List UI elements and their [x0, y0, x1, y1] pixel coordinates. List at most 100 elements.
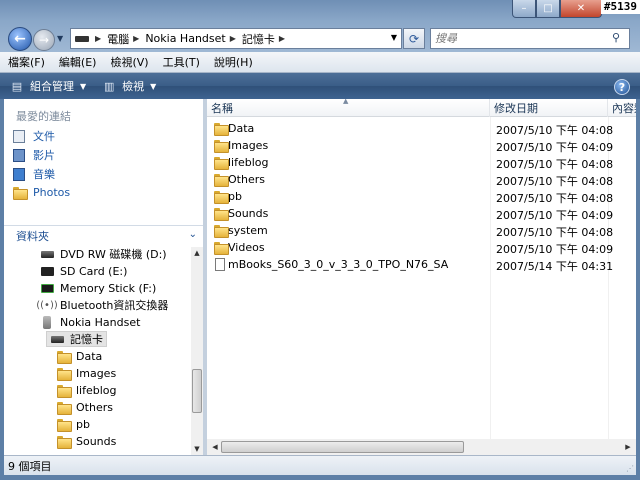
- favorite-link-music[interactable]: 音樂: [12, 166, 55, 182]
- pictures-icon: [12, 148, 26, 162]
- file-date: 2007/5/10 下午 04:09: [496, 243, 614, 256]
- tree-item-label: pb: [76, 417, 90, 431]
- favorite-link-label: 文件: [33, 130, 55, 143]
- folder-icon: [56, 434, 72, 449]
- column-type-label: 內容類: [612, 102, 636, 115]
- menu-view[interactable]: 檢視(V): [110, 54, 148, 70]
- address-bar[interactable]: ▶ 電腦 ▶ Nokia Handset ▶ 記憶卡 ▶ ▼: [70, 28, 402, 49]
- column-modified[interactable]: 修改日期: [490, 99, 608, 117]
- scroll-left-icon[interactable]: ◀: [209, 441, 221, 453]
- folder-icon: [12, 185, 28, 200]
- folders-header[interactable]: 資料夾 ⌄: [4, 225, 203, 245]
- resize-grip-icon[interactable]: ⋰: [626, 464, 634, 473]
- search-input[interactable]: [430, 28, 630, 49]
- caption-buttons: – □ ✕: [512, 0, 602, 18]
- refresh-button[interactable]: ⟳: [403, 28, 425, 49]
- column-name[interactable]: 名稱 ▲: [207, 99, 490, 117]
- folder-icon: [213, 206, 229, 221]
- file-name: Videos: [228, 241, 265, 254]
- maximize-button[interactable]: □: [536, 0, 560, 18]
- music-icon: [12, 167, 26, 181]
- tree-item-folder-lifeblog[interactable]: lifeblog: [56, 382, 117, 398]
- scroll-right-icon[interactable]: ▶: [622, 441, 634, 453]
- menu-edit[interactable]: 編輯(E): [59, 54, 97, 70]
- forward-button[interactable]: →: [33, 29, 55, 51]
- tree-item-label: Others: [76, 400, 113, 414]
- horizontal-scrollbar[interactable]: ◀ ▶: [207, 439, 636, 455]
- menu-file[interactable]: 檔案(F): [8, 54, 45, 70]
- tree-item-label: Bluetooth資訊交換器: [60, 299, 169, 312]
- help-icon[interactable]: ?: [614, 79, 630, 95]
- chevron-right-icon[interactable]: ▶: [95, 34, 101, 43]
- tree-item-folder-pb[interactable]: pb: [56, 416, 90, 432]
- tree-item-folder-data[interactable]: Data: [56, 348, 102, 364]
- folder-icon: [213, 172, 229, 187]
- file-name: Sounds: [228, 207, 269, 220]
- favorite-link-pictures[interactable]: 影片: [12, 147, 55, 163]
- scrollbar-thumb[interactable]: [192, 369, 202, 413]
- menu-help[interactable]: 說明(H): [214, 54, 253, 70]
- search-icon[interactable]: ⚲: [612, 31, 626, 45]
- tree-item-label: SD Card (E:): [60, 264, 128, 278]
- tree-item-memory-card[interactable]: 記憶卡: [46, 331, 107, 347]
- folder-icon: [56, 400, 72, 415]
- address-dropdown-icon[interactable]: ▼: [391, 33, 397, 42]
- folder-icon: [213, 155, 229, 170]
- file-row[interactable]: Sounds 2007/5/10 下午 04:09: [207, 205, 636, 222]
- column-name-label: 名稱: [211, 102, 233, 115]
- tree-item-dvd-drive[interactable]: DVD RW 磁碟機 (D:): [40, 246, 167, 262]
- tree-item-folder-images[interactable]: Images: [56, 365, 116, 381]
- file-row[interactable]: Others 2007/5/10 下午 04:08: [207, 171, 636, 188]
- file-row[interactable]: mBooks_S60_3_0_v_3_3_0_TPO_N76_SA 2007/5…: [207, 256, 636, 273]
- menu-tools[interactable]: 工具(T): [163, 54, 200, 70]
- recent-pages-dropdown[interactable]: ▼: [57, 34, 67, 44]
- tree-item-bluetooth[interactable]: ((•)) Bluetooth資訊交換器: [36, 297, 169, 313]
- breadcrumb-memory-card[interactable]: 記憶卡: [242, 31, 275, 47]
- chevron-right-icon[interactable]: ▶: [279, 34, 285, 43]
- file-name: mBooks_S60_3_0_v_3_3_0_TPO_N76_SA: [228, 258, 449, 271]
- file-row[interactable]: lifeblog 2007/5/10 下午 04:08: [207, 154, 636, 171]
- navigation-scrollbar[interactable]: ▲ ▼: [191, 247, 203, 455]
- file-name: Others: [228, 173, 265, 186]
- chevron-right-icon[interactable]: ▶: [133, 34, 139, 43]
- tree-item-sd-card[interactable]: SD Card (E:): [40, 263, 127, 279]
- file-row[interactable]: Videos 2007/5/10 下午 04:09: [207, 239, 636, 256]
- folder-icon: [213, 189, 229, 204]
- back-button[interactable]: ←: [8, 27, 32, 51]
- file-row[interactable]: pb 2007/5/10 下午 04:08: [207, 188, 636, 205]
- organize-button[interactable]: ▤ 組合管理 ▼: [10, 78, 86, 94]
- file-date: 2007/5/10 下午 04:09: [496, 141, 614, 154]
- file-row[interactable]: Images 2007/5/10 下午 04:09: [207, 137, 636, 154]
- command-bar: ▤ 組合管理 ▼ ▥ 檢視 ▼: [0, 73, 640, 99]
- tree-item-nokia-handset[interactable]: Nokia Handset: [40, 314, 140, 330]
- tree-item-folder-others[interactable]: Others: [56, 399, 113, 415]
- status-bar: 9 個項目 ⋰: [4, 455, 636, 475]
- file-row[interactable]: system 2007/5/10 下午 04:08: [207, 222, 636, 239]
- chevron-down-icon[interactable]: ⌄: [189, 229, 197, 240]
- chevron-down-icon: ▼: [150, 81, 157, 91]
- tree-item-memory-stick[interactable]: Memory Stick (F:): [40, 280, 156, 296]
- file-date: 2007/5/14 下午 04:31: [496, 260, 614, 273]
- scroll-up-icon[interactable]: ▲: [191, 247, 203, 259]
- file-row[interactable]: Data 2007/5/10 下午 04:08: [207, 120, 636, 137]
- views-button[interactable]: ▥ 檢視 ▼: [102, 78, 156, 94]
- tree-item-folder-sounds[interactable]: Sounds: [56, 433, 116, 449]
- favorite-link-documents[interactable]: 文件: [12, 128, 55, 144]
- chevron-down-icon: ▼: [80, 81, 87, 91]
- tree-item-label: Data: [76, 349, 103, 363]
- chevron-right-icon[interactable]: ▶: [230, 34, 236, 43]
- menu-bar: 檔案(F) 編輯(E) 檢視(V) 工具(T) 說明(H): [0, 52, 640, 73]
- folders-title: 資料夾: [16, 229, 49, 243]
- breadcrumb-computer[interactable]: 電腦: [107, 31, 129, 47]
- scroll-down-icon[interactable]: ▼: [191, 443, 203, 455]
- breadcrumb-nokia-handset[interactable]: Nokia Handset: [145, 32, 225, 45]
- folder-icon: [213, 223, 229, 238]
- close-button[interactable]: ✕: [560, 0, 602, 18]
- scrollbar-thumb[interactable]: [221, 441, 464, 453]
- favorite-link-label: 音樂: [33, 168, 55, 181]
- tree-item-label: DVD RW 磁碟機 (D:): [60, 248, 167, 261]
- column-type[interactable]: 內容類: [608, 99, 636, 117]
- tree-item-label: Sounds: [76, 434, 117, 448]
- favorite-link-photos[interactable]: Photos: [12, 185, 70, 200]
- minimize-button[interactable]: –: [512, 0, 536, 18]
